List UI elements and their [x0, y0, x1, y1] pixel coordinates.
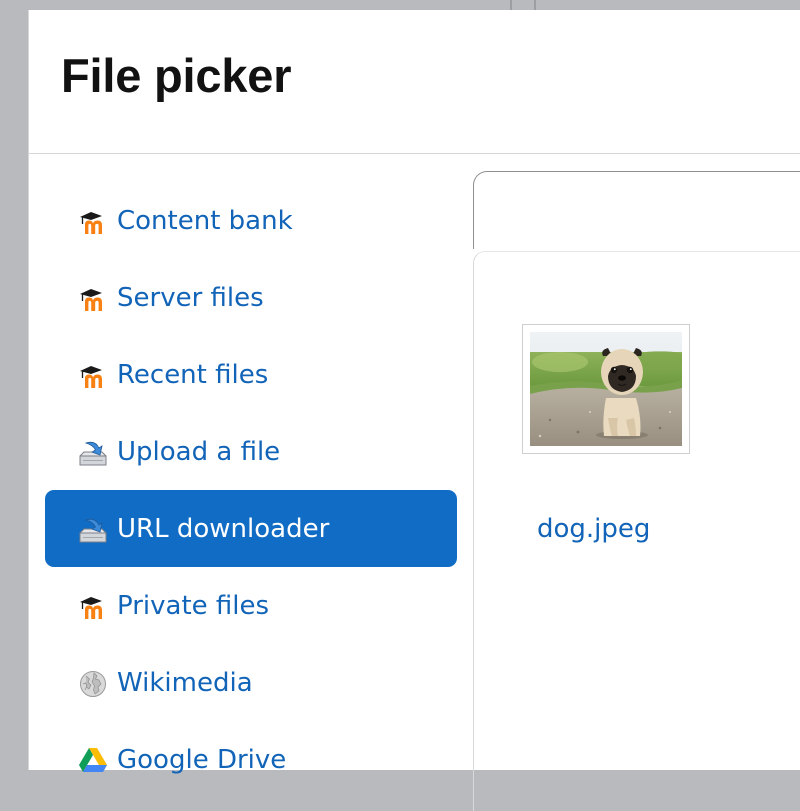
dialog-header: File picker: [29, 10, 800, 154]
file-picker-dialog: File picker Content bank Server files Re…: [28, 10, 800, 811]
dialog-title: File picker: [61, 49, 292, 102]
moodle-icon: [80, 288, 102, 311]
repo-label: URL downloader: [117, 513, 330, 544]
repo-label: Private files: [117, 590, 270, 621]
repo-label: Server files: [117, 282, 264, 313]
repo-item-url-downloader[interactable]: URL downloader: [45, 490, 457, 567]
repo-item-content-bank[interactable]: Content bank: [45, 182, 457, 259]
repo-item-upload-a-file[interactable]: Upload a file: [45, 413, 457, 490]
repo-label: Google Drive: [117, 744, 287, 775]
file-name[interactable]: dog.jpeg: [537, 514, 650, 544]
repo-item-server-files[interactable]: Server files: [45, 259, 457, 336]
repo-label: Recent files: [117, 359, 269, 390]
repo-item-recent-files[interactable]: Recent files: [45, 336, 457, 413]
moodle-icon: [80, 596, 102, 619]
repo-item-wikimedia[interactable]: Wikimedia: [45, 644, 457, 721]
upload-icon: [79, 441, 107, 465]
backdrop-edge: [534, 0, 536, 10]
repo-label: Content bank: [117, 205, 293, 236]
wikimedia-icon: [80, 670, 106, 697]
pug-dog-thumbnail: [530, 332, 682, 446]
repo-label: Wikimedia: [117, 667, 253, 698]
moodle-icon: [80, 365, 102, 388]
download-icon: [79, 518, 107, 542]
repository-list: Content bank Server files Recent files U…: [29, 154, 473, 775]
moodle-icon: [80, 211, 102, 234]
google-drive-icon: [79, 747, 107, 772]
repo-item-private-files[interactable]: Private files: [45, 567, 457, 644]
repo-item-google-drive[interactable]: Google Drive: [45, 721, 457, 798]
file-list: dog.jpeg: [473, 251, 800, 811]
repo-label: Upload a file: [117, 436, 281, 467]
file-thumbnail[interactable]: [522, 324, 690, 454]
file-browser-toolbar: [473, 171, 800, 249]
file-item[interactable]: dog.jpeg: [522, 324, 690, 544]
backdrop-edge: [510, 0, 512, 10]
file-browser: dog.jpeg: [473, 171, 800, 811]
